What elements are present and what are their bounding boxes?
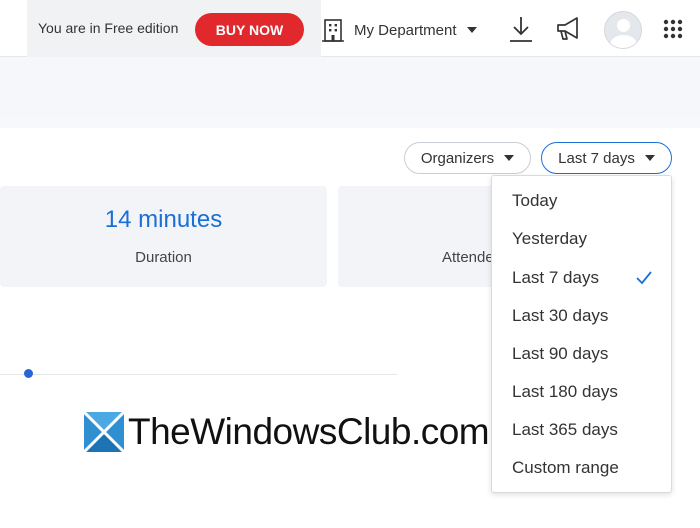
chevron-down-icon (466, 27, 477, 33)
period-option-last-180-days[interactable]: Last 180 days (492, 374, 671, 410)
download-button[interactable] (508, 15, 534, 43)
header-band (0, 58, 700, 118)
period-option-label: Last 7 days (512, 268, 599, 287)
free-edition-banner: You are in Free edition BUY NOW (27, 0, 321, 57)
watermark: TheWindowsClub.com (84, 410, 490, 454)
period-option-last-90-days[interactable]: Last 90 days (492, 336, 671, 372)
department-label: My Department (354, 21, 457, 39)
period-option-last-7-days[interactable]: Last 7 days (492, 260, 671, 296)
period-filter-label: Last 7 days (558, 149, 635, 167)
building-icon (322, 19, 344, 42)
organizers-filter-label: Organizers (420, 149, 495, 167)
department-selector[interactable]: My Department (322, 14, 477, 46)
organizers-filter[interactable]: Organizers (404, 142, 531, 174)
avatar[interactable] (604, 11, 642, 49)
free-edition-text: You are in Free edition (38, 20, 179, 36)
stat-label: Attende (442, 249, 494, 266)
period-option-label: Yesterday (512, 229, 587, 248)
checkmark-icon (636, 271, 652, 285)
period-filter[interactable]: Last 7 days (541, 142, 672, 174)
period-option-label: Last 180 days (512, 382, 618, 401)
buy-now-button[interactable]: BUY NOW (195, 13, 304, 46)
announcements-button[interactable] (555, 16, 583, 42)
period-option-today[interactable]: Today (492, 183, 671, 219)
windows-logo-icon (84, 412, 124, 452)
period-option-last-365-days[interactable]: Last 365 days (492, 412, 671, 448)
apps-menu-button[interactable] (663, 19, 683, 39)
watermark-text: TheWindowsClub.com (128, 411, 490, 452)
period-option-label: Last 30 days (512, 306, 609, 325)
avatar-body (610, 35, 637, 48)
period-option-label: Today (512, 191, 558, 210)
megaphone-icon (557, 17, 578, 40)
apps-grid-icon (663, 19, 683, 39)
period-option-custom-range[interactable]: Custom range (492, 450, 671, 486)
chart-baseline (0, 374, 397, 375)
period-option-last-30-days[interactable]: Last 30 days (492, 298, 671, 334)
top-bar: You are in Free edition BUY NOW My Depar… (0, 0, 700, 57)
chart-data-point (24, 369, 33, 378)
period-option-label: Custom range (512, 458, 619, 477)
chevron-down-icon (504, 155, 515, 161)
avatar-head (617, 19, 630, 32)
stat-label: Duration (135, 249, 192, 266)
chevron-down-icon (644, 155, 655, 161)
period-dropdown-menu: Today Yesterday Last 7 days Last 30 days… (491, 175, 672, 493)
stat-card-duration: 14 minutes Duration (0, 186, 327, 287)
period-option-yesterday[interactable]: Yesterday (492, 221, 671, 257)
stat-value: 14 minutes (104, 206, 223, 233)
period-option-label: Last 90 days (512, 344, 609, 363)
download-icon (510, 17, 532, 42)
period-option-label: Last 365 days (512, 420, 618, 439)
